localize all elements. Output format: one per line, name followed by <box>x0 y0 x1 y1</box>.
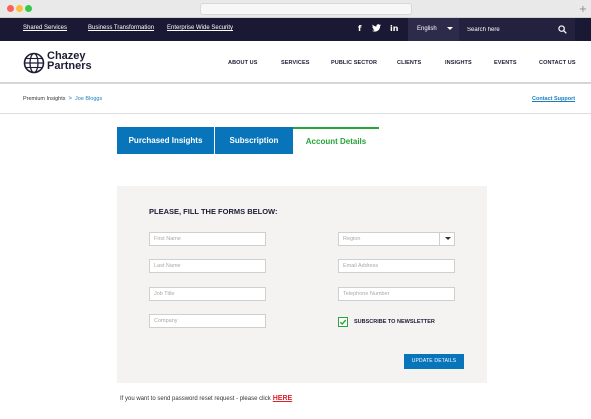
tab-account-details[interactable]: Account Details <box>293 127 379 154</box>
nav-insights[interactable]: INSIGHTS <box>445 60 472 66</box>
checkmark-icon <box>339 319 347 326</box>
nav-events[interactable]: EVENTS <box>494 60 517 66</box>
telephone-field[interactable] <box>338 287 455 301</box>
enterprise-wide-security-link[interactable]: Enterprise Wide Security <box>167 25 233 31</box>
business-transformation-link[interactable]: Business Transformation <box>88 25 154 31</box>
form-title: PLEASE, FILL THE FORMS BELOW: <box>149 207 278 216</box>
maximize-window-button[interactable] <box>25 5 32 12</box>
facebook-icon[interactable]: f <box>358 24 361 33</box>
nav-public-sector[interactable]: PUBLIC SECTOR <box>331 60 377 66</box>
update-details-button[interactable]: UPDATE DETAILS <box>404 354 464 369</box>
first-name-field[interactable] <box>149 232 266 246</box>
nav-about-us[interactable]: ABOUT US <box>228 60 258 66</box>
top-utility-bar: Shared Services Business Transformation … <box>0 18 591 41</box>
search-icon[interactable] <box>558 25 567 34</box>
shared-services-link[interactable]: Shared Services <box>23 25 67 31</box>
region-select[interactable]: Region <box>338 232 455 246</box>
region-select-value: Region <box>343 236 361 242</box>
newsletter-label: SUBSCRIBE TO NEWSLETTER <box>354 319 435 325</box>
logo-line-2: Partners <box>47 60 92 72</box>
tab-subscription[interactable]: Subscription <box>215 127 293 154</box>
chevron-right-icon: > <box>68 96 73 102</box>
linkedin-icon[interactable]: in <box>390 24 398 33</box>
twitter-icon[interactable] <box>372 24 381 34</box>
divider <box>0 113 591 114</box>
close-window-button[interactable] <box>7 5 14 12</box>
nav-contact-us[interactable]: CONTACT US <box>539 60 576 66</box>
new-tab-icon[interactable]: + <box>578 5 588 15</box>
company-field[interactable] <box>149 314 266 328</box>
password-reset-message: If you want to send password reset reque… <box>120 396 271 402</box>
contact-support-link[interactable]: Contact Support <box>532 96 575 102</box>
breadcrumb-premium-insights[interactable]: Premium Insights <box>23 96 66 102</box>
nav-services[interactable]: SERVICES <box>281 60 310 66</box>
browser-chrome: + <box>0 0 591 18</box>
search-input[interactable] <box>467 24 547 35</box>
last-name-field[interactable] <box>149 259 266 273</box>
password-reset-text: If you want to send password reset reque… <box>120 395 292 402</box>
breadcrumb-current: Joe Bloggs <box>75 96 103 102</box>
company-logo[interactable]: Chazey Partners <box>47 51 92 72</box>
language-label: English <box>417 26 437 32</box>
region-dropdown-toggle[interactable] <box>439 232 455 246</box>
globe-logo-icon[interactable] <box>23 52 45 74</box>
job-title-field[interactable] <box>149 287 266 301</box>
main-header: Chazey Partners ABOUT US SERVICES PUBLIC… <box>0 41 591 84</box>
minimize-window-button[interactable] <box>16 5 23 12</box>
breadcrumb: Premium Insights > Joe Bloggs <box>23 96 102 102</box>
tab-purchased-insights[interactable]: Purchased Insights <box>117 127 214 154</box>
nav-clients[interactable]: CLIENTS <box>397 60 421 66</box>
newsletter-checkbox[interactable] <box>338 317 348 327</box>
account-details-form: PLEASE, FILL THE FORMS BELOW: Region SUB… <box>117 186 487 383</box>
address-bar[interactable] <box>200 3 412 15</box>
password-reset-link[interactable]: HERE <box>273 395 292 402</box>
email-field[interactable] <box>338 259 455 273</box>
chevron-down-icon <box>445 237 451 240</box>
chevron-down-icon <box>447 27 453 30</box>
search-box <box>459 18 575 41</box>
language-selector[interactable]: English <box>408 18 459 41</box>
